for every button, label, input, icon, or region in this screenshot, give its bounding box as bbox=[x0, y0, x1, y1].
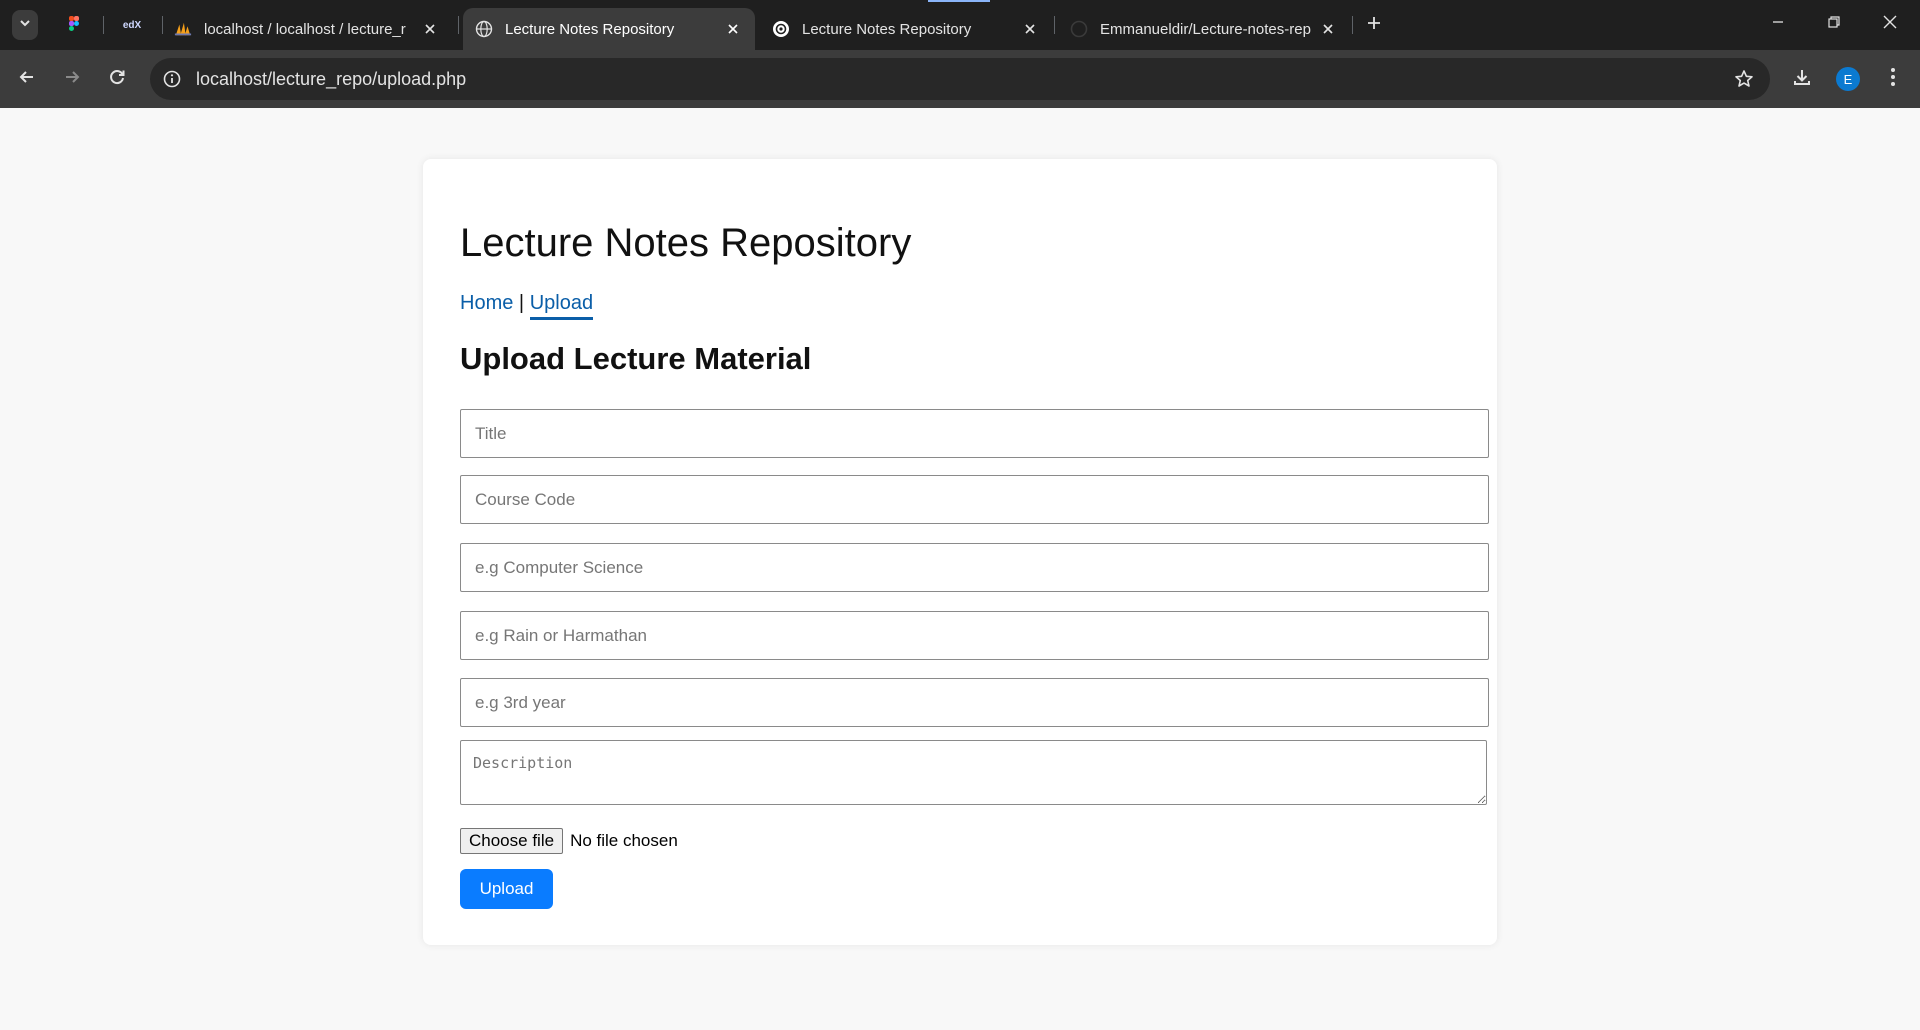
tab-phpmyadmin[interactable]: localhost / localhost / lecture_r bbox=[162, 8, 452, 50]
tab-github[interactable]: Emmanueldir/Lecture-notes-rep bbox=[1058, 8, 1350, 50]
download-icon bbox=[1792, 67, 1812, 92]
back-button[interactable] bbox=[12, 64, 42, 94]
restore-icon bbox=[1827, 15, 1841, 34]
site-title: Lecture Notes Repository bbox=[460, 221, 912, 265]
file-picker: Choose file No file chosen bbox=[460, 828, 678, 854]
bookmark-star-icon[interactable] bbox=[1732, 67, 1756, 91]
globe-icon bbox=[475, 20, 493, 38]
file-status-text: No file chosen bbox=[570, 831, 678, 850]
upload-button[interactable]: Upload bbox=[460, 869, 553, 909]
page-viewport: Lecture Notes Repository Home | Upload U… bbox=[0, 108, 1920, 1030]
page-heading: Upload Lecture Material bbox=[460, 341, 812, 376]
address-bar[interactable]: localhost/lecture_repo/upload.php bbox=[150, 58, 1770, 100]
minimize-button[interactable] bbox=[1750, 0, 1806, 48]
course-code-input[interactable] bbox=[460, 475, 1489, 524]
tab-lecture-notes-active[interactable]: Lecture Notes Repository bbox=[463, 8, 755, 50]
reload-icon bbox=[107, 67, 127, 92]
pinned-tab-edx[interactable]: edX bbox=[112, 10, 152, 40]
browser-menu-button[interactable] bbox=[1878, 64, 1908, 94]
chevron-down-icon bbox=[18, 16, 32, 35]
tab-title: Lecture Notes Repository bbox=[505, 20, 675, 38]
forward-button[interactable] bbox=[57, 64, 87, 94]
arrow-right-icon bbox=[62, 67, 82, 92]
info-icon[interactable] bbox=[160, 67, 184, 91]
tab-loading-indicator bbox=[928, 0, 990, 2]
phpmyadmin-icon bbox=[174, 20, 192, 38]
downloads-button[interactable] bbox=[1787, 64, 1817, 94]
close-icon[interactable] bbox=[420, 19, 440, 39]
pinned-tab-figma[interactable] bbox=[54, 10, 94, 40]
new-tab-button[interactable] bbox=[1361, 12, 1387, 38]
arrow-left-icon bbox=[17, 67, 37, 92]
site-nav: Home | Upload bbox=[460, 292, 594, 320]
minimize-icon bbox=[1771, 15, 1785, 34]
address-url: localhost/lecture_repo/upload.php bbox=[196, 69, 467, 89]
figma-icon bbox=[65, 14, 83, 37]
tab-search-button[interactable] bbox=[12, 10, 38, 40]
title-input[interactable] bbox=[460, 409, 1489, 458]
tab-title: localhost / localhost / lecture_r bbox=[204, 20, 406, 38]
choose-file-button[interactable]: Choose file bbox=[460, 828, 564, 854]
edx-icon: edX bbox=[122, 19, 142, 31]
profile-avatar[interactable]: E bbox=[1836, 67, 1860, 91]
plus-icon bbox=[1366, 15, 1382, 36]
window-close-button[interactable] bbox=[1862, 0, 1918, 48]
tab-title: Emmanueldir/Lecture-notes-rep bbox=[1100, 20, 1311, 38]
close-icon[interactable] bbox=[1318, 19, 1338, 39]
close-icon bbox=[1883, 15, 1897, 34]
close-icon[interactable] bbox=[1020, 19, 1040, 39]
content-card: Lecture Notes Repository Home | Upload U… bbox=[423, 159, 1497, 945]
description-textarea[interactable] bbox=[460, 740, 1487, 805]
browser-tab-strip: edX localhost / localhost / lecture_r Le… bbox=[0, 0, 1920, 50]
tab-lecture-notes-chatgpt[interactable]: Lecture Notes Repository bbox=[760, 8, 1052, 50]
nav-link-home[interactable]: Home bbox=[460, 292, 513, 314]
chatgpt-icon bbox=[772, 20, 790, 38]
semester-input[interactable] bbox=[460, 611, 1489, 660]
more-vertical-icon bbox=[1890, 67, 1896, 92]
nav-link-upload[interactable]: Upload bbox=[529, 292, 594, 320]
department-input[interactable] bbox=[460, 543, 1489, 592]
reload-button[interactable] bbox=[102, 64, 132, 94]
tab-title: Lecture Notes Repository bbox=[802, 20, 972, 38]
nav-separator: | bbox=[518, 292, 525, 314]
close-icon[interactable] bbox=[723, 19, 743, 39]
restore-button[interactable] bbox=[1806, 0, 1862, 48]
level-input[interactable] bbox=[460, 678, 1489, 727]
browser-toolbar: localhost/lecture_repo/upload.php E bbox=[0, 50, 1920, 108]
github-icon bbox=[1070, 20, 1088, 38]
